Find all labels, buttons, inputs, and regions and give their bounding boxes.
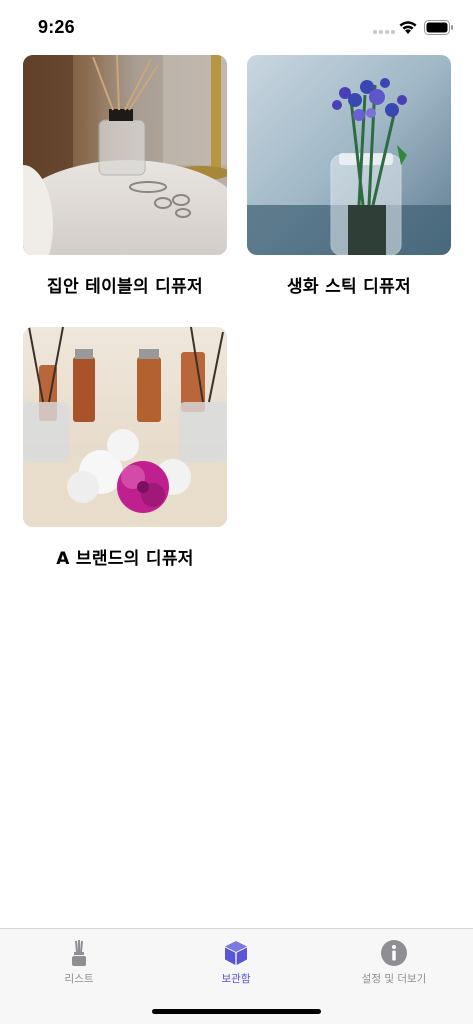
tab-label: 리스트 xyxy=(64,973,94,985)
screen: 9:26 집안 테이블의 디퓨저 생화 스틱 디퓨저 A 브랜드의 디퓨저 리스… xyxy=(0,0,473,1024)
battery-icon xyxy=(424,20,453,35)
tab-label: 설정 및 더보기 xyxy=(361,973,427,985)
tab-settings[interactable]: 설정 및 더보기 xyxy=(324,939,464,986)
box-icon xyxy=(225,941,247,965)
tab-storage[interactable]: 보관함 xyxy=(166,939,306,986)
diffuser-icon xyxy=(72,940,86,966)
diffuser-photo xyxy=(247,55,451,255)
status-time: 9:26 xyxy=(38,17,75,37)
diffuser-card[interactable]: A 브랜드의 디퓨저 xyxy=(23,327,227,569)
card-title: A 브랜드의 디퓨저 xyxy=(56,549,194,569)
wifi-icon xyxy=(399,21,417,34)
card-title: 생화 스틱 디퓨저 xyxy=(286,277,412,297)
diffuser-photo xyxy=(23,55,227,255)
tab-label: 보관함 xyxy=(221,973,251,985)
diffuser-photo xyxy=(23,327,227,527)
card-title: 집안 테이블의 디퓨저 xyxy=(47,277,203,297)
home-indicator[interactable] xyxy=(152,1009,321,1014)
info-icon xyxy=(381,940,407,966)
status-bar: 9:26 xyxy=(0,0,473,50)
diffuser-card[interactable]: 생화 스틱 디퓨저 xyxy=(247,55,451,297)
cellular-signal-icon xyxy=(373,30,395,34)
tab-list[interactable]: 리스트 xyxy=(9,939,149,986)
diffuser-card[interactable]: 집안 테이블의 디퓨저 xyxy=(23,55,227,297)
